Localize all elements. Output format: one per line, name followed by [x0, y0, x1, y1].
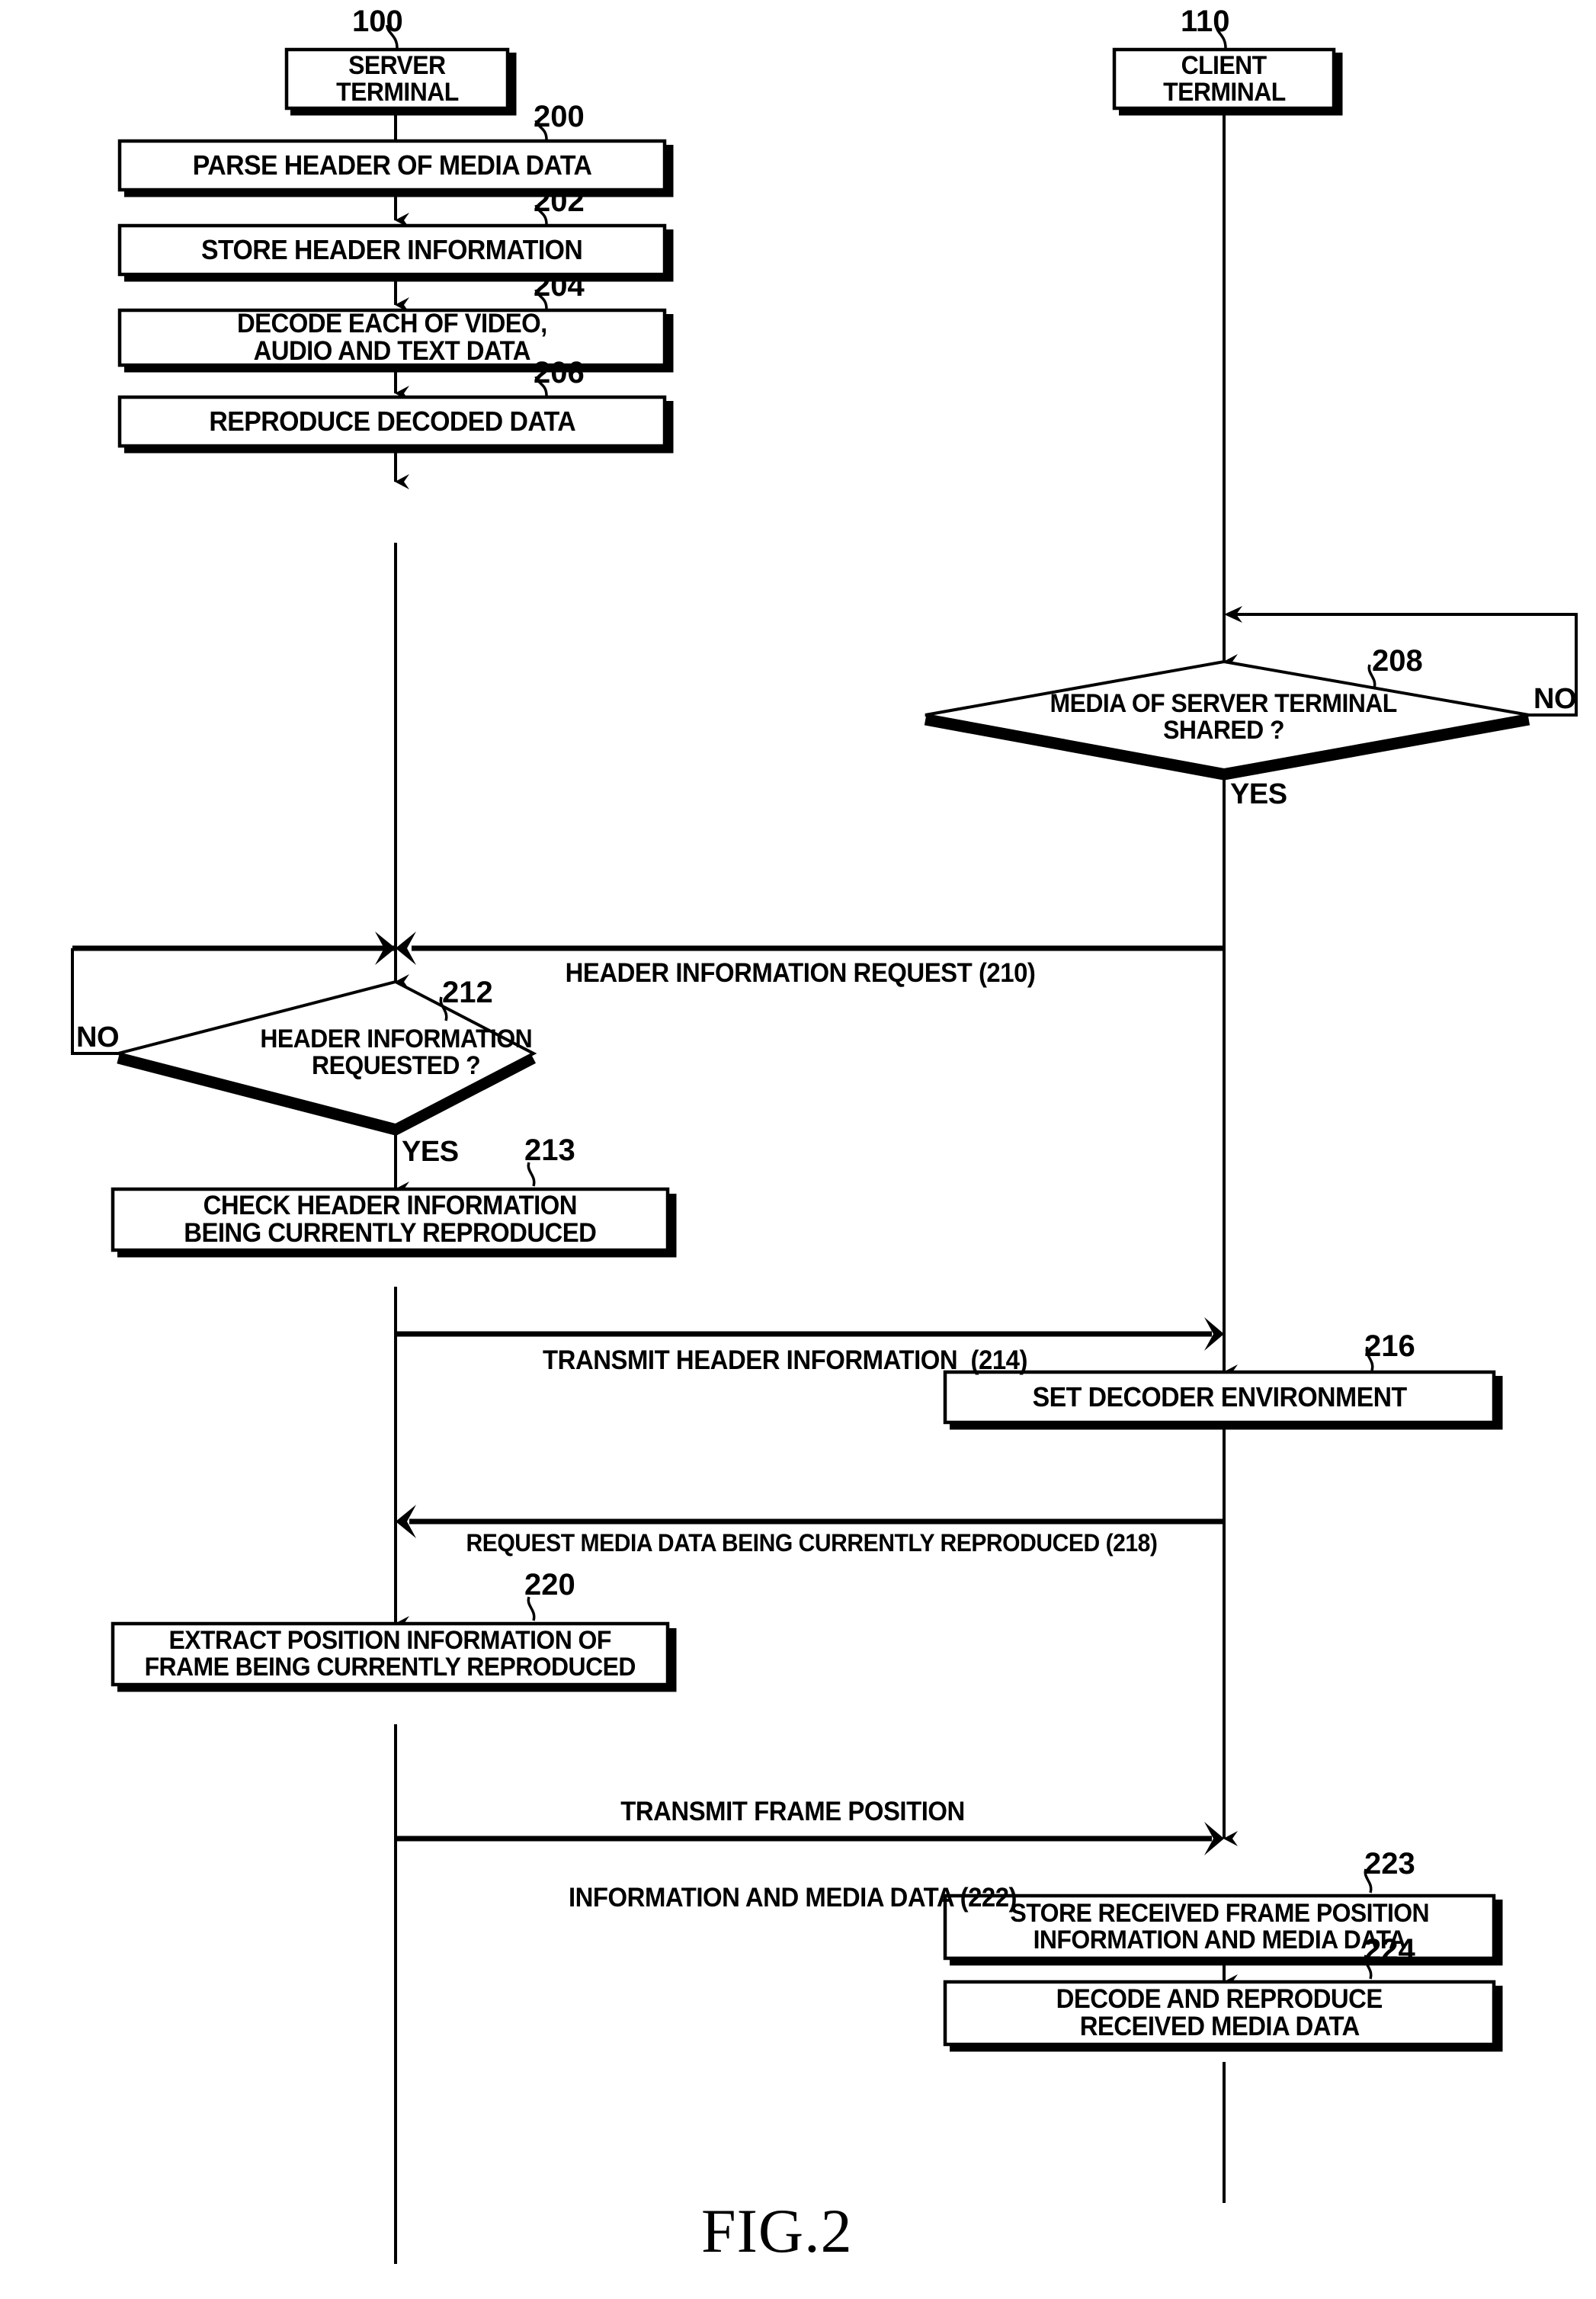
decision-208-line-2: SHARED ?	[1162, 716, 1284, 745]
step-206-label: REPRODUCE DECODED DATA	[120, 397, 665, 446]
step-224-label: DECODE AND REPRODUCE RECEIVED MEDIA DATA	[945, 1982, 1494, 2044]
step-220-label: EXTRACT POSITION INFORMATION OF FRAME BE…	[113, 1624, 668, 1685]
ref-200: 200	[534, 100, 585, 133]
message-218-label: REQUEST MEDIA DATA BEING CURRENTLY REPRO…	[396, 1477, 1227, 1609]
ref-204: 204	[534, 269, 585, 303]
ref-212: 212	[442, 976, 493, 1009]
ref-110: 110	[1181, 5, 1230, 38]
patent-figure-2: 100 110 SERVER TERMINAL CLIENT TERMINAL …	[0, 0, 1596, 2299]
message-214-line-1: TRANSMIT HEADER INFORMATION (214)	[543, 1345, 1027, 1375]
step-216-label: SET DECODER ENVIRONMENT	[945, 1372, 1494, 1422]
step-224-line-2: RECEIVED MEDIA DATA	[1079, 2012, 1360, 2041]
message-218-line-1: REQUEST MEDIA DATA BEING CURRENTLY REPRO…	[466, 1529, 1158, 1557]
step-200-label: PARSE HEADER OF MEDIA DATA	[120, 141, 665, 190]
step-204-line-1: DECODE EACH OF VIDEO,	[237, 309, 547, 339]
server-terminal-line-2: TERMINAL	[335, 77, 459, 107]
ref-220: 220	[524, 1568, 575, 1602]
step-220-line-2: FRAME BEING CURRENTLY REPRODUCED	[144, 1653, 636, 1682]
step-216-line-1: SET DECODER ENVIRONMENT	[1032, 1380, 1407, 1412]
ref-223: 223	[1364, 1847, 1415, 1881]
client-terminal-line-2: TERMINAL	[1162, 77, 1286, 107]
step-223-line-2: INFORMATION AND MEDIA DATA	[1033, 1925, 1407, 1954]
client-terminal-label: CLIENT TERMINAL	[1114, 50, 1334, 108]
step-200-line-1: PARSE HEADER OF MEDIA DATA	[192, 149, 592, 181]
client-terminal-line-1: CLIENT	[1181, 50, 1268, 80]
decision-208-line-1: MEDIA OF SERVER TERMINAL	[1050, 689, 1397, 719]
step-220-line-1: EXTRACT POSITION INFORMATION OF	[168, 1626, 612, 1656]
step-224-line-1: DECODE AND REPRODUCE	[1056, 1984, 1383, 2015]
server-terminal-line-1: SERVER	[348, 50, 446, 80]
ref-216: 216	[1364, 1329, 1415, 1363]
step-202-line-1: STORE HEADER INFORMATION	[201, 233, 583, 265]
decision-212-no-label: NO	[76, 1021, 120, 1053]
decision-212-line-1: HEADER INFORMATION	[260, 1024, 533, 1054]
ref-100: 100	[352, 5, 403, 38]
decision-212-yes-label: YES	[402, 1136, 459, 1168]
ref-206: 206	[534, 356, 585, 390]
figure-caption: FIG.2	[701, 2196, 853, 2265]
decision-208-no-label: NO	[1534, 683, 1577, 715]
ref-208: 208	[1372, 644, 1423, 678]
ref-202: 202	[534, 184, 585, 218]
decision-208-yes-label: YES	[1230, 778, 1287, 810]
step-202-label: STORE HEADER INFORMATION	[120, 226, 665, 274]
decision-212-label: HEADER INFORMATION REQUESTED ?	[183, 1021, 610, 1084]
server-terminal-label: SERVER TERMINAL	[287, 50, 508, 108]
ref-224: 224	[1364, 1933, 1415, 1967]
decision-212-line-2: REQUESTED ?	[312, 1051, 481, 1080]
step-204-line-2: AUDIO AND TEXT DATA	[253, 336, 531, 366]
step-223-line-1: STORE RECEIVED FRAME POSITION	[1010, 1899, 1429, 1929]
message-222-line-1: TRANSMIT FRAME POSITION	[620, 1796, 965, 1826]
step-213-line-1: CHECK HEADER INFORMATION	[203, 1191, 578, 1221]
message-210-line-1: HEADER INFORMATION REQUEST (210)	[565, 957, 1036, 988]
ref-213: 213	[524, 1133, 575, 1167]
decision-208-label: MEDIA OF SERVER TERMINAL SHARED ?	[983, 686, 1463, 749]
step-213-line-2: BEING CURRENTLY REPRODUCED	[184, 1218, 597, 1248]
step-213-label: CHECK HEADER INFORMATION BEING CURRENTLY…	[113, 1189, 668, 1250]
step-206-line-1: REPRODUCE DECODED DATA	[209, 405, 575, 437]
